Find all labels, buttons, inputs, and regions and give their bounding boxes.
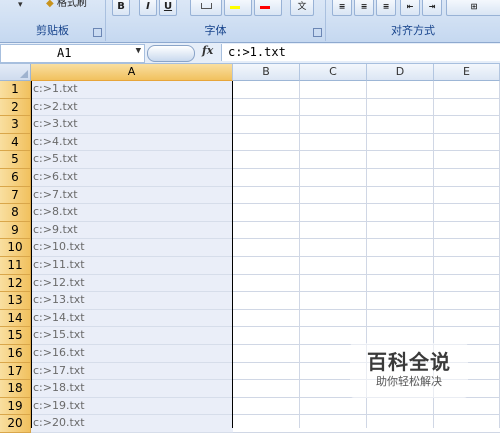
format-painter-icon: ◆ (46, 0, 54, 9)
merge-center-icon: ⊞ (470, 2, 478, 11)
row-header-15[interactable]: 15 (0, 327, 31, 345)
italic-button[interactable]: I (139, 0, 157, 16)
row-header-17[interactable]: 17 (0, 362, 31, 381)
row-header-10[interactable]: 10 (0, 239, 31, 257)
selection-frame (31, 81, 233, 428)
border-icon (200, 3, 212, 9)
row-header-18[interactable]: 18 (0, 380, 31, 398)
clipboard-dialog-launcher-icon[interactable] (93, 28, 102, 37)
formula-bar-expand-button[interactable] (147, 45, 195, 62)
chevron-down-icon[interactable]: ▼ (136, 46, 141, 56)
phonetic-button[interactable]: 文 (290, 0, 314, 16)
clipboard-group-label: 剪贴板 (36, 24, 69, 37)
row-header-19[interactable]: 19 (0, 397, 31, 416)
fill-color-button[interactable] (224, 0, 252, 16)
alignment-group-label: 对齐方式 (391, 24, 435, 37)
column-header-c[interactable]: C (300, 64, 367, 81)
row-header-11[interactable]: 11 (0, 257, 31, 275)
font-dialog-launcher-icon[interactable] (313, 28, 322, 37)
column-header-d[interactable]: D (367, 64, 434, 81)
ribbon: ▾ ◆ 格式刷 剪贴板 B I U 文 字体 ≡ ≡ ≡ ⇤ ⇥ ⊞ 对齐方式 (0, 0, 500, 43)
format-painter-button[interactable]: ◆ 格式刷 (46, 0, 87, 9)
font-color-button[interactable] (254, 0, 282, 16)
clipboard-group: ▾ ◆ 格式刷 剪贴板 (0, 0, 106, 41)
select-all-button[interactable] (0, 64, 31, 81)
row-header-16[interactable]: 16 (0, 345, 31, 363)
row-header-8[interactable]: 8 (0, 204, 31, 222)
row-header-13[interactable]: 13 (0, 292, 31, 310)
formula-bar: A1 ▼ fx c:>1.txt (0, 43, 500, 64)
row-header-3[interactable]: 3 (0, 116, 31, 134)
row-header-6[interactable]: 6 (0, 169, 31, 187)
row-header-12[interactable]: 12 (0, 274, 31, 293)
font-group: B I U 文 字体 (106, 0, 326, 41)
border-button[interactable] (190, 0, 222, 16)
align-right-icon: ≡ (382, 2, 390, 11)
align-right-button[interactable]: ≡ (376, 0, 396, 16)
alignment-group: ≡ ≡ ≡ ⇤ ⇥ ⊞ 对齐方式 (326, 0, 500, 41)
fill-color-icon (230, 6, 240, 9)
formula-input[interactable]: c:>1.txt (221, 44, 500, 61)
watermark: 百科全说 助你轻松解决 (350, 343, 468, 398)
format-painter-label: 格式刷 (56, 0, 87, 9)
row-header-14[interactable]: 14 (0, 309, 31, 328)
row-header-2[interactable]: 2 (0, 98, 31, 117)
insert-function-icon[interactable]: fx (202, 44, 213, 57)
align-left-icon: ≡ (338, 2, 346, 11)
column-header-e[interactable]: E (434, 64, 500, 81)
merge-center-button[interactable]: ⊞ (446, 0, 500, 16)
row-header-7[interactable]: 7 (0, 186, 31, 205)
font-group-label: 字体 (204, 24, 227, 37)
decrease-indent-icon: ⇤ (406, 2, 414, 11)
decrease-indent-button[interactable]: ⇤ (400, 0, 420, 16)
phonetic-icon: 文 (297, 2, 307, 12)
font-color-icon (260, 6, 270, 9)
align-center-icon: ≡ (360, 2, 368, 11)
row-header-20[interactable]: 20 (0, 415, 31, 433)
underline-button[interactable]: U (159, 0, 177, 16)
column-header-b[interactable]: B (233, 64, 300, 81)
align-left-button[interactable]: ≡ (332, 0, 352, 16)
watermark-subtitle: 助你轻松解决 (376, 375, 442, 388)
name-box[interactable]: A1 ▼ (0, 44, 145, 63)
grid-line (299, 81, 300, 428)
align-center-button[interactable]: ≡ (354, 0, 374, 16)
row-header-4[interactable]: 4 (0, 133, 31, 152)
increase-indent-icon: ⇥ (428, 2, 436, 11)
row-header-1[interactable]: 1 (0, 81, 31, 99)
bold-button[interactable]: B (112, 0, 130, 16)
paste-dropdown-arrow[interactable]: ▾ (18, 0, 23, 10)
watermark-title: 百科全说 (367, 350, 451, 374)
column-header-a[interactable]: A (31, 64, 233, 81)
row-header-5[interactable]: 5 (0, 151, 31, 169)
increase-indent-button[interactable]: ⇥ (422, 0, 442, 16)
row-header-9[interactable]: 9 (0, 221, 31, 240)
name-box-value: A1 (57, 46, 72, 60)
